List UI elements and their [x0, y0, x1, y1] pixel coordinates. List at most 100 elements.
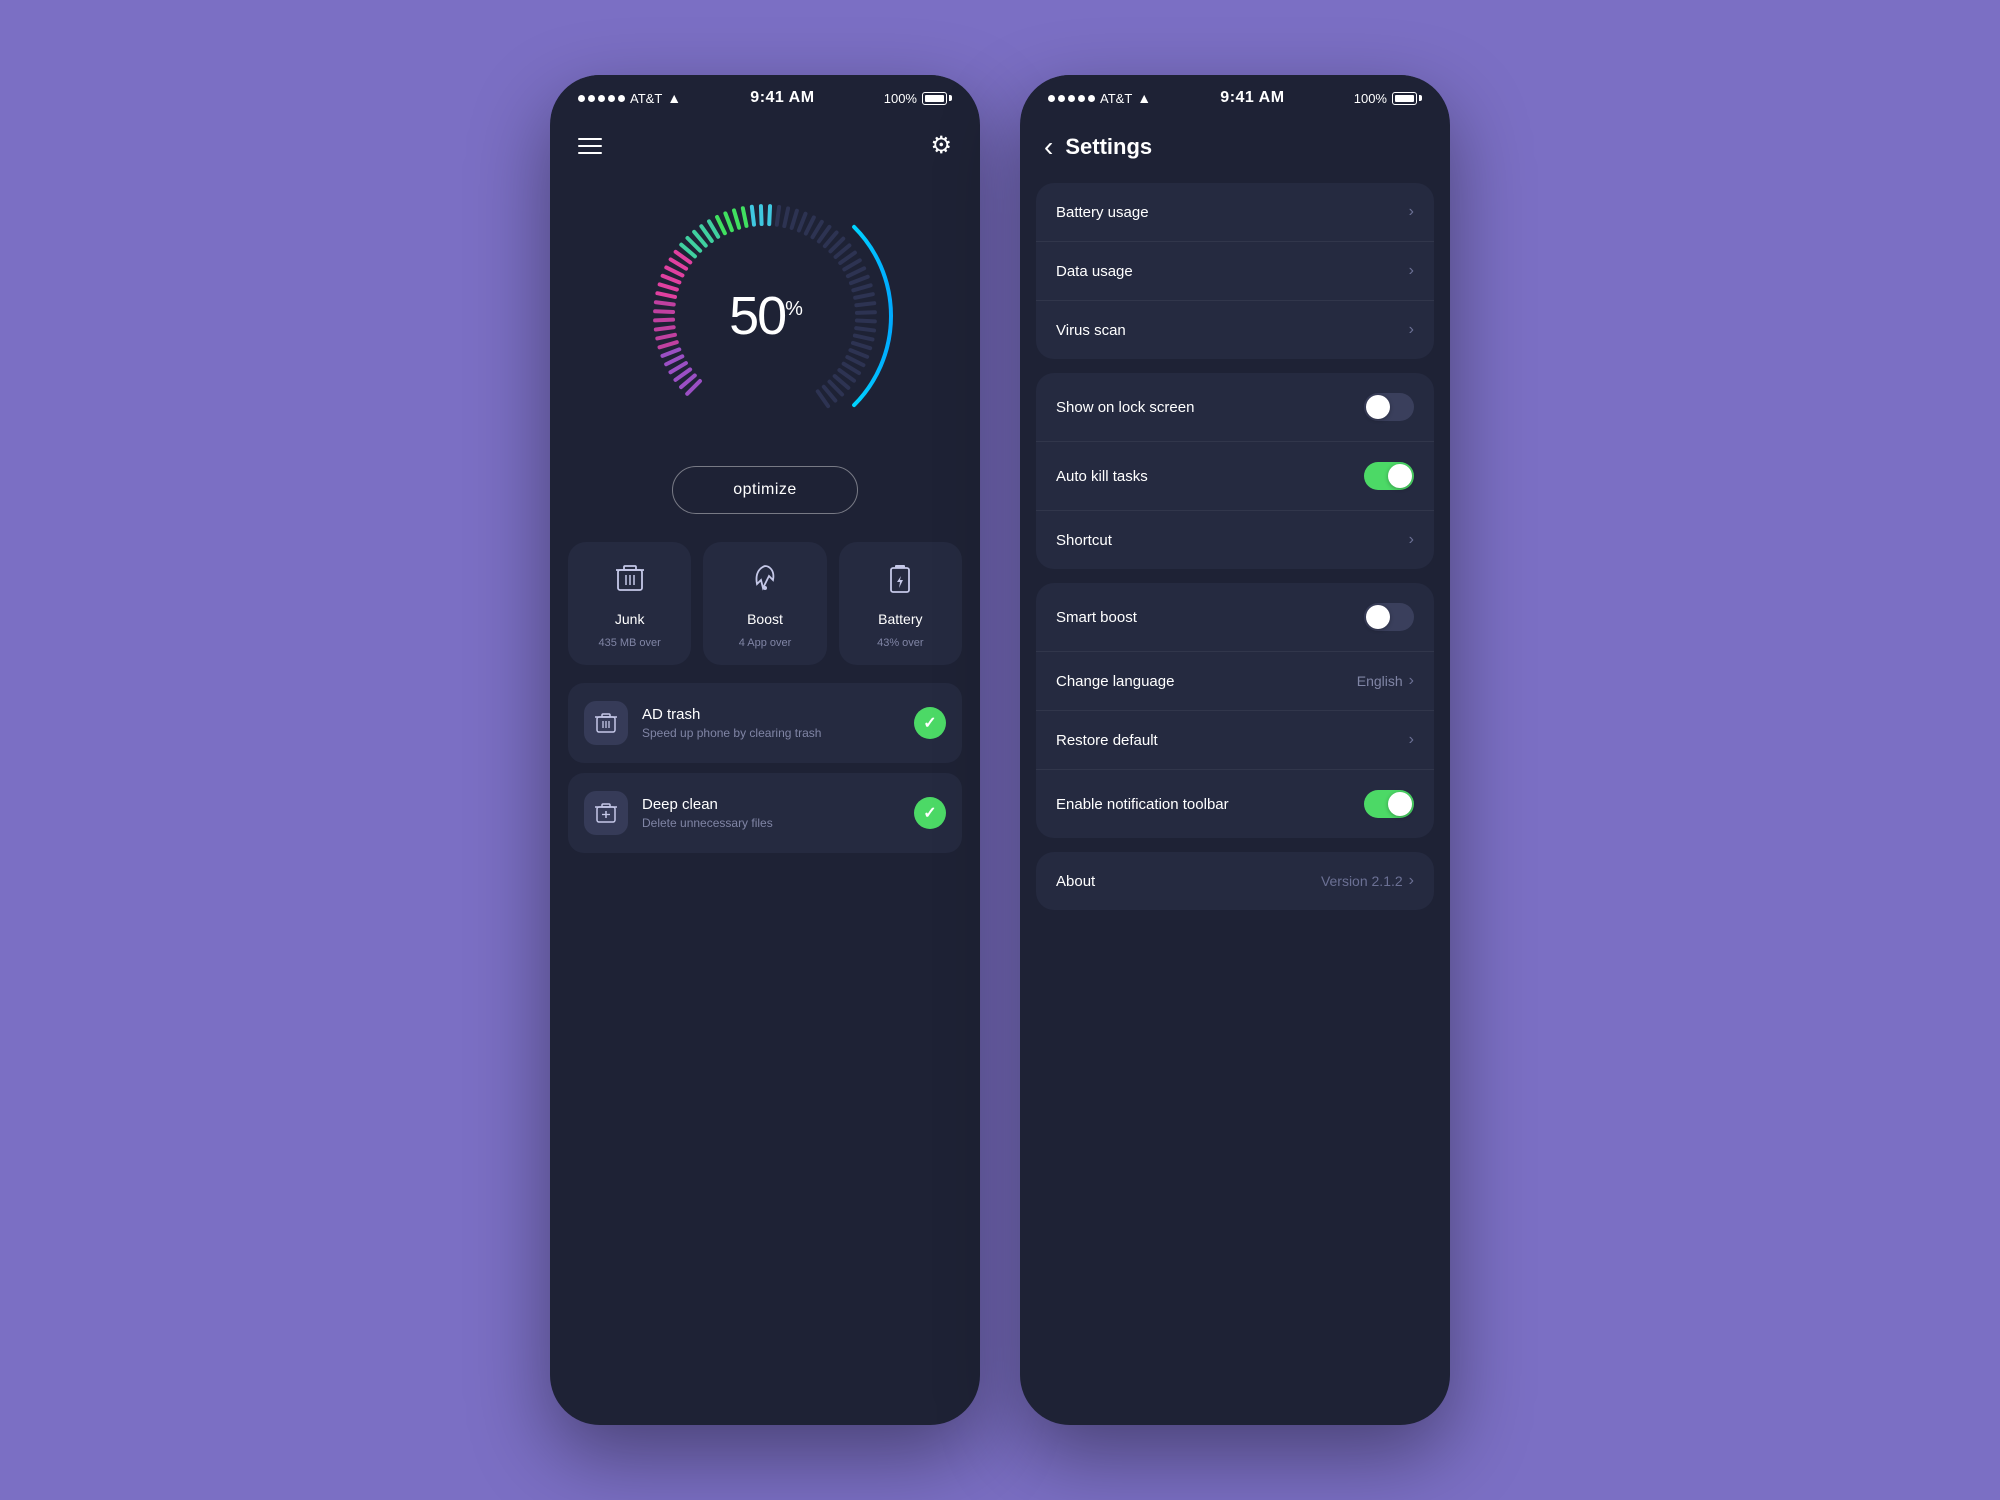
shortcut-chevron: ›: [1409, 531, 1414, 549]
language-chevron: ›: [1409, 672, 1414, 690]
time-display: 9:41 AM: [750, 89, 814, 107]
optimize-button[interactable]: optimize: [672, 466, 858, 514]
shortcut-right: ›: [1409, 531, 1414, 549]
battery-fill: [925, 95, 944, 102]
wifi-icon-s: ▲: [1137, 90, 1151, 106]
smart-boost-toggle[interactable]: [1364, 603, 1414, 631]
restore-chevron: ›: [1409, 731, 1414, 749]
language-value: English: [1357, 673, 1403, 689]
language-right: English ›: [1357, 672, 1414, 690]
dot2: [588, 95, 595, 102]
sdot2: [1058, 95, 1065, 102]
row-virus-scan[interactable]: Virus scan ›: [1036, 301, 1434, 359]
adtrash-icon-box: [584, 701, 628, 745]
status-right: 100%: [884, 91, 952, 106]
about-chevron: ›: [1409, 872, 1414, 890]
tile-battery-sub: 43% over: [877, 637, 923, 649]
virus-scan-right: ›: [1409, 321, 1414, 339]
lock-screen-label: Show on lock screen: [1056, 399, 1194, 416]
tile-junk[interactable]: Junk 435 MB over: [568, 542, 691, 665]
battery-usage-chevron: ›: [1409, 203, 1414, 221]
deepclean-text: Deep clean Delete unnecessary files: [642, 796, 900, 830]
row-about[interactable]: About Version 2.1.2 ›: [1036, 852, 1434, 910]
version-value: Version 2.1.2: [1321, 873, 1403, 889]
notif-toolbar-toggle[interactable]: [1364, 790, 1414, 818]
battery-tile-icon: [884, 562, 916, 601]
dot5: [618, 95, 625, 102]
hamburger-line3: [578, 152, 602, 154]
auto-kill-toggle[interactable]: [1364, 462, 1414, 490]
row-restore[interactable]: Restore default ›: [1036, 711, 1434, 770]
lock-screen-toggle[interactable]: [1364, 393, 1414, 421]
back-button[interactable]: ‹: [1044, 131, 1053, 163]
status-bar-main: AT&T ▲ 9:41 AM 100%: [550, 75, 980, 115]
tile-battery[interactable]: Battery 43% over: [839, 542, 962, 665]
phone-settings: AT&T ▲ 9:41 AM 100% ‹ Settings Battery u…: [1020, 75, 1450, 1425]
tile-junk-sub: 435 MB over: [598, 637, 660, 649]
data-usage-chevron: ›: [1409, 262, 1414, 280]
dot4: [608, 95, 615, 102]
gauge-value: 50%: [729, 286, 801, 346]
row-battery-usage[interactable]: Battery usage ›: [1036, 183, 1434, 242]
gauge-container: 50%: [550, 186, 980, 446]
tile-junk-label: Junk: [615, 611, 645, 627]
list-items: AD trash Speed up phone by clearing tras…: [550, 683, 980, 853]
boost-icon: [749, 562, 781, 601]
row-data-usage[interactable]: Data usage ›: [1036, 242, 1434, 301]
lock-screen-thumb: [1366, 395, 1390, 419]
carrier-label: AT&T: [630, 91, 662, 106]
settings-group-3: Smart boost Change language English › Re…: [1036, 583, 1434, 838]
shortcut-label: Shortcut: [1056, 532, 1112, 549]
restore-right: ›: [1409, 731, 1414, 749]
row-auto-kill[interactable]: Auto kill tasks: [1036, 442, 1434, 511]
battery-tip-s: [1419, 95, 1422, 101]
adtrash-title: AD trash: [642, 706, 900, 723]
list-item-deepclean[interactable]: Deep clean Delete unnecessary files: [568, 773, 962, 853]
battery-usage-label: Battery usage: [1056, 204, 1149, 221]
phone-main: AT&T ▲ 9:41 AM 100% ⚙: [550, 75, 980, 1425]
battery-tip: [949, 95, 952, 101]
tile-boost[interactable]: Boost 4 App over: [703, 542, 826, 665]
battery-body: [922, 92, 947, 105]
data-usage-label: Data usage: [1056, 263, 1133, 280]
language-label: Change language: [1056, 673, 1174, 690]
row-shortcut[interactable]: Shortcut ›: [1036, 511, 1434, 569]
junk-icon: [614, 562, 646, 601]
dot3: [598, 95, 605, 102]
row-notification-toolbar[interactable]: Enable notification toolbar: [1036, 770, 1434, 838]
battery-fill-s: [1395, 95, 1414, 102]
dot1: [578, 95, 585, 102]
settings-group-4: About Version 2.1.2 ›: [1036, 852, 1434, 910]
restore-label: Restore default: [1056, 732, 1158, 749]
battery-icon: [922, 92, 952, 105]
battery-percent: 100%: [884, 91, 917, 106]
sdot5: [1088, 95, 1095, 102]
row-lock-screen[interactable]: Show on lock screen: [1036, 373, 1434, 442]
row-smart-boost[interactable]: Smart boost: [1036, 583, 1434, 652]
sdot3: [1068, 95, 1075, 102]
row-language[interactable]: Change language English ›: [1036, 652, 1434, 711]
signal-dots-s: [1048, 95, 1095, 102]
settings-group-1: Battery usage › Data usage › Virus scan …: [1036, 183, 1434, 359]
auto-kill-thumb: [1388, 464, 1412, 488]
battery-icon-s: [1392, 92, 1422, 105]
list-item-adtrash[interactable]: AD trash Speed up phone by clearing tras…: [568, 683, 962, 763]
deepclean-checkmark: [914, 797, 946, 829]
settings-button[interactable]: ⚙: [930, 131, 952, 160]
signal-dots: [578, 95, 625, 102]
virus-scan-chevron: ›: [1409, 321, 1414, 339]
adtrash-checkmark: [914, 707, 946, 739]
settings-group-2: Show on lock screen Auto kill tasks Shor…: [1036, 373, 1434, 569]
smart-boost-thumb: [1366, 605, 1390, 629]
status-left-s: AT&T ▲: [1048, 90, 1151, 106]
menu-button[interactable]: [578, 138, 602, 154]
status-right-s: 100%: [1354, 91, 1422, 106]
app-header: ⚙: [550, 115, 980, 176]
tile-battery-label: Battery: [878, 611, 922, 627]
deepclean-title: Deep clean: [642, 796, 900, 813]
tiles-row: Junk 435 MB over Boost 4 App over Bat: [550, 542, 980, 665]
data-usage-right: ›: [1409, 262, 1414, 280]
about-label: About: [1056, 873, 1095, 890]
settings-title: Settings: [1065, 134, 1152, 160]
virus-scan-label: Virus scan: [1056, 322, 1126, 339]
